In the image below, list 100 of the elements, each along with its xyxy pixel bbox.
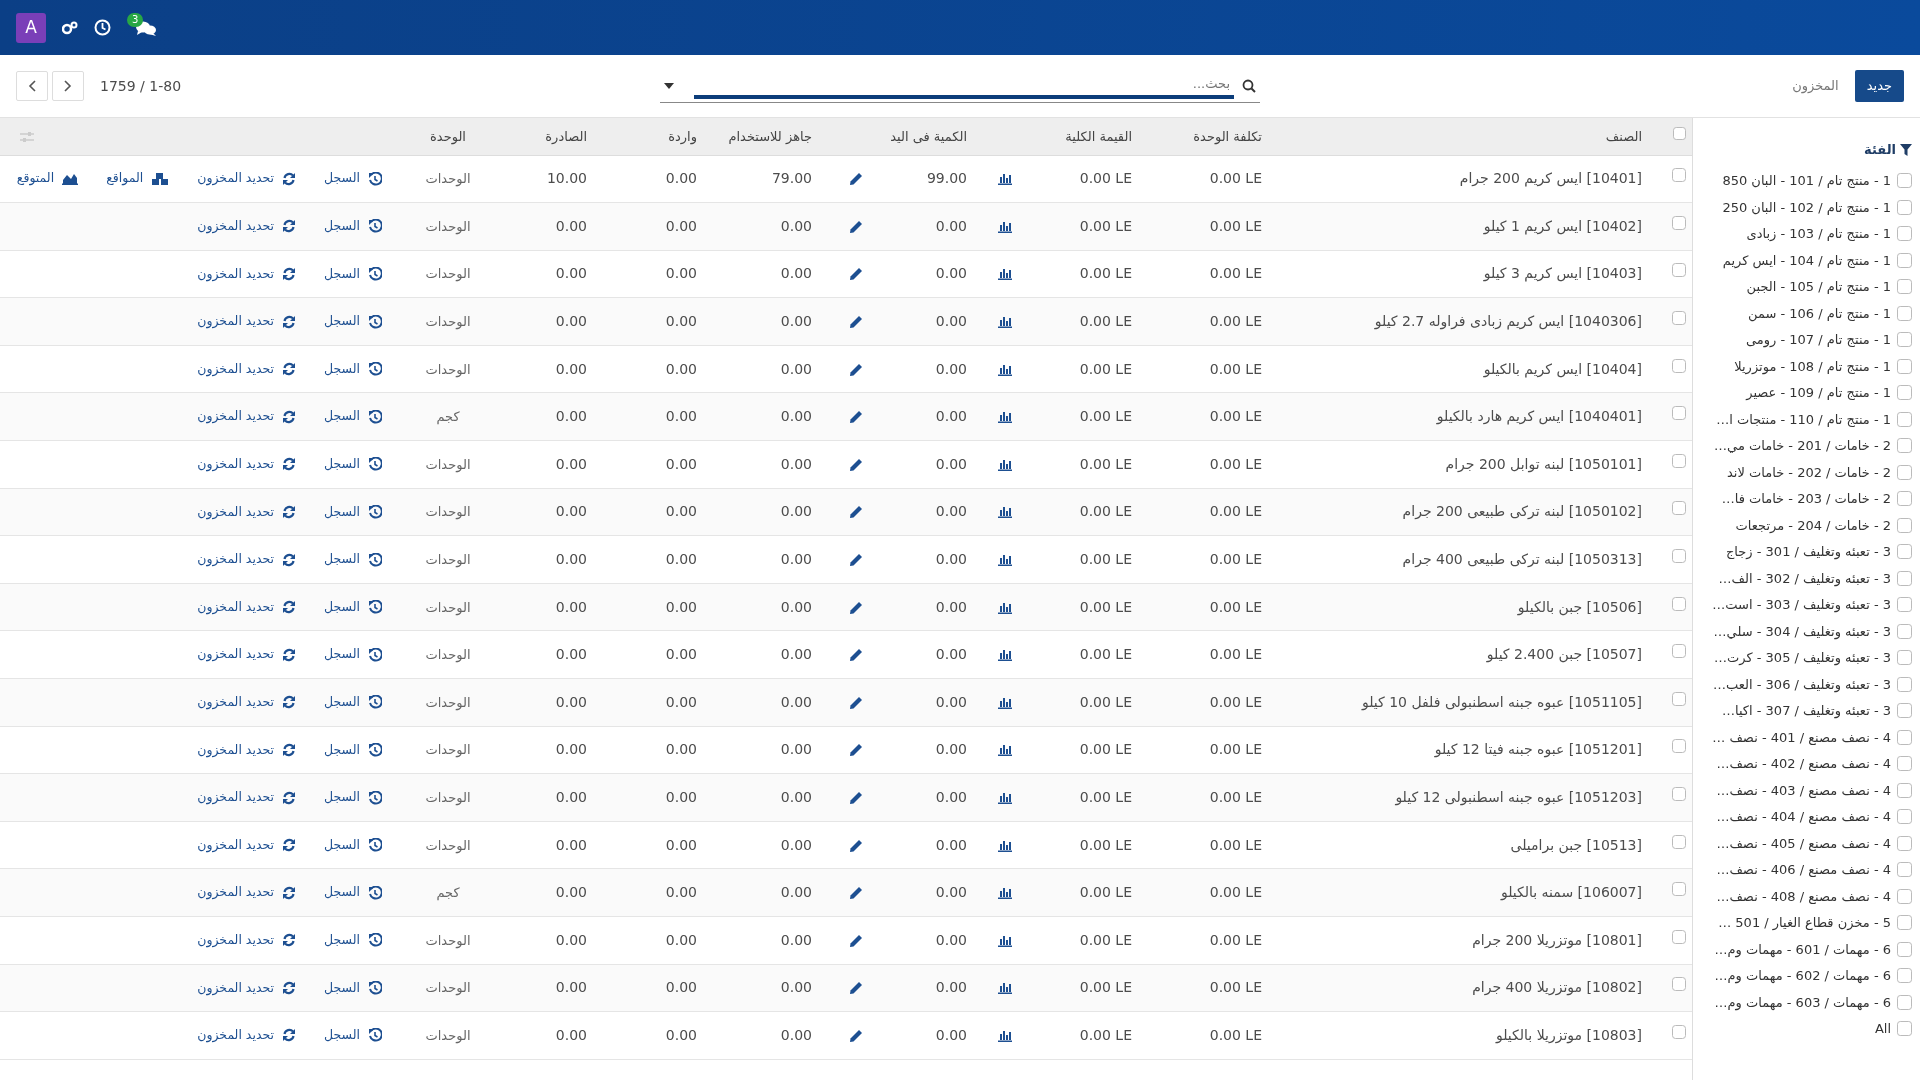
pencil-icon[interactable] — [850, 887, 862, 900]
category-label[interactable]: 3 - تعبئه وتغليف / 302 - الف… — [1718, 568, 1891, 588]
history-link[interactable]: السجل — [324, 883, 382, 903]
row-checkbox[interactable] — [1672, 691, 1686, 706]
update-quantity-link[interactable]: تحديد المخزون — [197, 883, 297, 903]
select-all-checkbox[interactable] — [1673, 126, 1686, 140]
category-label[interactable]: 2 - خامات / 204 - مرتجعات — [1735, 515, 1891, 535]
user-avatar[interactable]: A — [16, 12, 46, 43]
category-checkbox[interactable] — [1897, 385, 1912, 401]
category-checkbox[interactable] — [1897, 968, 1912, 984]
category-label[interactable]: 1 - منتج تام / 102 - البان 250 — [1722, 197, 1891, 217]
bar-chart-icon[interactable] — [998, 744, 1012, 757]
product-name[interactable]: [10401] ايس كريم 200 جرام — [1459, 170, 1642, 187]
row-checkbox[interactable] — [1672, 1025, 1686, 1039]
category-label[interactable]: 4 - نصف مصنع / 403 - نصف… — [1716, 780, 1891, 800]
column-header[interactable]: واردة — [668, 128, 697, 144]
bar-chart-icon[interactable] — [998, 316, 1012, 329]
history-link[interactable]: السجل — [324, 1026, 382, 1045]
category-checkbox[interactable] — [1897, 782, 1912, 798]
bar-chart-icon[interactable] — [998, 792, 1012, 804]
category-checkbox[interactable] — [1897, 888, 1912, 904]
category-checkbox[interactable] — [1897, 623, 1912, 639]
update-quantity-link[interactable]: تحديد المخزون — [197, 169, 297, 189]
update-quantity-link[interactable]: تحديد المخزون — [197, 359, 297, 379]
category-checkbox[interactable] — [1897, 517, 1912, 533]
history-link[interactable]: السجل — [324, 978, 382, 998]
bar-chart-icon[interactable] — [998, 458, 1012, 471]
update-quantity-link[interactable]: تحديد المخزون — [197, 455, 297, 474]
breadcrumb[interactable]: المخزون — [1792, 76, 1839, 96]
category-label[interactable]: 4 - نصف مصنع / 405 - نصف… — [1716, 833, 1891, 853]
history-link[interactable]: السجل — [324, 312, 382, 331]
bar-chart-icon[interactable] — [998, 1030, 1012, 1042]
pencil-icon[interactable] — [850, 792, 862, 804]
category-checkbox[interactable] — [1897, 1021, 1912, 1037]
category-label[interactable]: 4 - نصف مصنع / 404 - نصف… — [1716, 807, 1891, 827]
category-checkbox[interactable] — [1897, 597, 1912, 613]
row-checkbox[interactable] — [1672, 739, 1686, 754]
update-quantity-link[interactable]: تحديد المخزون — [197, 740, 297, 760]
category-checkbox[interactable] — [1897, 279, 1912, 295]
category-label[interactable]: 6 - مهمات / 602 - مهمات وم… — [1714, 966, 1891, 986]
history-link[interactable]: السجل — [324, 835, 382, 855]
bar-chart-icon[interactable] — [998, 554, 1012, 567]
bar-chart-icon[interactable] — [998, 506, 1012, 519]
pager-value[interactable]: 1-80 / 1759 — [100, 75, 182, 97]
category-checkbox[interactable] — [1897, 862, 1912, 878]
category-checkbox[interactable] — [1897, 835, 1912, 851]
update-quantity-link[interactable]: تحديد المخزون — [197, 978, 297, 998]
product-name[interactable]: [10403] ايس كريم 3 كيلو — [1483, 265, 1642, 282]
category-label[interactable]: 3 - تعبئه وتغليف / 307 - اكيا… — [1721, 701, 1891, 721]
pencil-icon[interactable] — [850, 982, 862, 995]
row-checkbox[interactable] — [1672, 882, 1686, 897]
category-label[interactable]: 1 - منتج تام / 108 - موتزريلا — [1734, 356, 1891, 376]
update-quantity-link[interactable]: تحديد المخزون — [197, 788, 297, 807]
bar-chart-icon[interactable] — [998, 173, 1012, 186]
row-checkbox[interactable] — [1672, 929, 1686, 944]
bar-chart-icon[interactable] — [998, 839, 1012, 852]
category-label[interactable]: 3 - تعبئه وتغليف / 301 - زجاج — [1725, 542, 1891, 562]
row-checkbox[interactable] — [1672, 406, 1686, 421]
category-label[interactable]: 4 - نصف مصنع / 406 - نصف… — [1716, 860, 1891, 880]
pencil-icon[interactable] — [850, 316, 862, 329]
row-checkbox[interactable] — [1672, 453, 1686, 468]
column-header[interactable]: الصادرة — [545, 128, 587, 144]
category-checkbox[interactable] — [1897, 358, 1912, 374]
pencil-icon[interactable] — [850, 363, 862, 376]
row-checkbox[interactable] — [1672, 787, 1686, 801]
pencil-icon[interactable] — [850, 839, 862, 852]
column-header[interactable]: الوحدة — [430, 128, 466, 144]
category-label[interactable]: 1 - منتج تام / 106 - سمن — [1748, 303, 1891, 323]
row-checkbox[interactable] — [1672, 501, 1686, 516]
update-quantity-link[interactable]: تحديد المخزون — [197, 502, 297, 522]
update-quantity-link[interactable]: تحديد المخزون — [197, 692, 297, 712]
product-name[interactable]: [1051201] عبوه جبنه فيتا 12 كيلو — [1434, 741, 1642, 758]
product-name[interactable]: [1050313] لبنه تركى طبيعى 400 جرام — [1402, 551, 1642, 568]
category-checkbox[interactable] — [1897, 915, 1912, 931]
category-checkbox[interactable] — [1897, 226, 1912, 242]
history-link[interactable]: السجل — [324, 788, 382, 807]
product-name[interactable]: [10803] موتزريلا بالكيلو — [1496, 1027, 1642, 1043]
pencil-icon[interactable] — [850, 696, 862, 709]
pencil-icon[interactable] — [850, 934, 862, 947]
category-label[interactable]: 1 - منتج تام / 101 - البان 850 — [1722, 171, 1891, 191]
category-checkbox[interactable] — [1897, 650, 1912, 666]
sliders-icon[interactable] — [20, 131, 34, 143]
bar-chart-icon[interactable] — [998, 363, 1012, 376]
row-checkbox[interactable] — [1672, 644, 1686, 659]
history-link[interactable]: السجل — [324, 217, 382, 236]
category-checkbox[interactable] — [1897, 703, 1912, 719]
update-quantity-link[interactable]: تحديد المخزون — [197, 645, 297, 665]
category-checkbox[interactable] — [1897, 332, 1912, 348]
row-checkbox[interactable] — [1672, 834, 1686, 849]
category-label[interactable]: 3 - تعبئه وتغليف / 306 - العب… — [1713, 674, 1891, 694]
history-link[interactable]: السجل — [324, 264, 382, 284]
category-label[interactable]: 2 - خامات / 203 - خامات فا… — [1721, 489, 1891, 509]
bar-chart-icon[interactable] — [998, 982, 1012, 995]
bar-chart-icon[interactable] — [998, 934, 1012, 947]
previous-button[interactable] — [16, 71, 48, 101]
row-checkbox[interactable] — [1672, 263, 1686, 278]
category-checkbox[interactable] — [1897, 941, 1912, 957]
row-checkbox[interactable] — [1672, 549, 1686, 564]
category-checkbox[interactable] — [1897, 729, 1912, 745]
history-link[interactable]: السجل — [324, 359, 382, 379]
